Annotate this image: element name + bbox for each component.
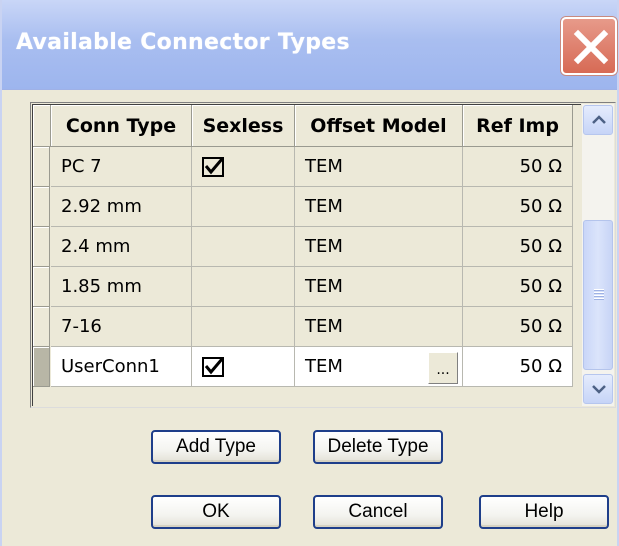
row-header[interactable] (33, 147, 50, 187)
grid-cell-conn-type[interactable]: 1.85 mm (51, 267, 192, 307)
row-header[interactable] (33, 307, 50, 347)
help-button[interactable]: Help (479, 495, 609, 529)
checkmark-icon (202, 357, 224, 377)
cell-text: 50 Ω (519, 276, 562, 297)
grid-cell-offset-model[interactable]: TEM (295, 307, 463, 347)
cell-text: UserConn1 (61, 356, 160, 377)
sexless-checkbox-cell[interactable] (192, 187, 295, 227)
column-header-ref-imp[interactable]: Ref Imp (463, 105, 573, 147)
cell-text: TEM (305, 276, 343, 297)
chevron-up-icon (592, 115, 606, 124)
grid-cell-conn-type[interactable]: PC 7 (51, 147, 192, 187)
cell-text: 2.92 mm (61, 196, 142, 217)
grid-cell-conn-type[interactable]: 2.4 mm (51, 227, 192, 267)
column-header-conn-type[interactable]: Conn Type (51, 105, 192, 147)
grip-icon (594, 289, 604, 301)
cell-text: 2.4 mm (61, 236, 131, 257)
cell-text: TEM (305, 316, 343, 337)
scroll-thumb[interactable] (583, 220, 613, 370)
scroll-up-button[interactable] (583, 105, 613, 135)
corner-header (33, 105, 51, 147)
column-header-sexless[interactable]: Sexless (192, 105, 295, 147)
sexless-checkbox-cell[interactable] (192, 227, 295, 267)
grid-cell-offset-model[interactable]: TEM (295, 227, 463, 267)
grid-cell-conn-type[interactable]: 7-16 (51, 307, 192, 347)
close-button[interactable] (561, 17, 617, 75)
cell-text: 50 Ω (519, 316, 562, 337)
connector-grid: Conn Type Sexless Offset Model Ref Imp P… (30, 102, 616, 408)
cell-text: 50 Ω (519, 356, 562, 377)
cell-text: TEM (305, 356, 343, 377)
row-header[interactable] (33, 267, 50, 307)
ok-button[interactable]: OK (151, 495, 281, 529)
grid-cell-offset-model[interactable]: TEM (295, 187, 463, 227)
grid-cell-ref-imp[interactable]: 50 Ω (463, 347, 573, 387)
window-title: Available Connector Types (16, 30, 350, 55)
cancel-button[interactable]: Cancel (313, 495, 443, 529)
cell-text: 50 Ω (519, 236, 562, 257)
row-header[interactable] (33, 227, 50, 267)
grid-cell-ref-imp[interactable]: 50 Ω (463, 187, 573, 227)
delete-type-button[interactable]: Delete Type (313, 430, 443, 464)
grid-cell-ref-imp[interactable]: 50 Ω (463, 147, 573, 187)
cell-text: TEM (305, 196, 343, 217)
grid-cell-conn-type[interactable]: 2.92 mm (51, 187, 192, 227)
grid-cell-ref-imp[interactable]: 50 Ω (463, 227, 573, 267)
column-header-offset-model[interactable]: Offset Model (295, 105, 463, 147)
grid-cell-ref-imp[interactable]: 50 Ω (463, 307, 573, 347)
sexless-checkbox-cell[interactable] (192, 307, 295, 347)
cell-text: TEM (305, 156, 343, 177)
cell-text: PC 7 (61, 156, 102, 177)
grid-cell-conn-type[interactable]: UserConn1 (51, 347, 192, 387)
cell-text: TEM (305, 236, 343, 257)
close-x-icon (573, 29, 609, 65)
row-header[interactable] (33, 347, 50, 387)
checkmark-icon (202, 157, 224, 177)
scroll-down-button[interactable] (583, 374, 613, 404)
offset-model-browse-button[interactable]: ... (428, 352, 458, 384)
cell-text: 7-16 (61, 316, 102, 337)
row-header[interactable] (33, 187, 50, 227)
sexless-checkbox-cell[interactable] (192, 147, 295, 187)
grid-cell-ref-imp[interactable]: 50 Ω (463, 267, 573, 307)
grid-cell-offset-model[interactable]: TEM (295, 267, 463, 307)
sexless-checkbox-cell[interactable] (192, 267, 295, 307)
grid-cell-offset-model[interactable]: TEM (295, 147, 463, 187)
dialog-window: Available Connector Types Conn Type Sexl… (0, 0, 619, 546)
add-type-button[interactable]: Add Type (151, 430, 281, 464)
cell-text: 1.85 mm (61, 276, 142, 297)
grid-empty-area (33, 388, 582, 407)
cell-text: 50 Ω (519, 196, 562, 217)
grid-table: Conn Type Sexless Offset Model Ref Imp P… (32, 104, 582, 407)
grid-cell-offset-model[interactable]: TEM... (295, 347, 463, 387)
vertical-scrollbar[interactable] (582, 104, 614, 406)
title-bar[interactable]: Available Connector Types (2, 0, 617, 90)
sexless-checkbox-cell[interactable] (192, 347, 295, 387)
cell-text: 50 Ω (519, 156, 562, 177)
chevron-down-icon (592, 385, 606, 394)
